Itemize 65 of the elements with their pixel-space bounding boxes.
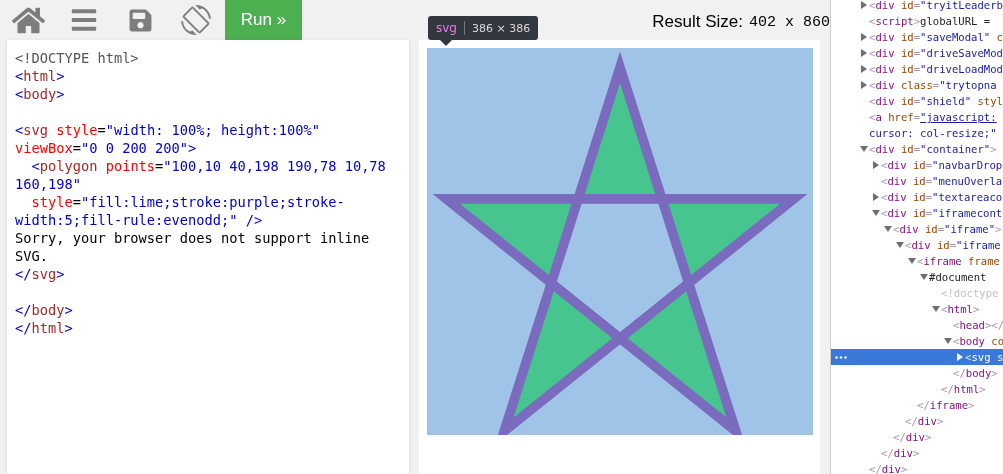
code-line: SVG. (15, 247, 49, 265)
dom-tree-row[interactable]: </body> (831, 365, 1003, 381)
code-line: width:5;fill-rule:evenodd;" /> (15, 211, 264, 229)
expanded-triangle-icon[interactable] (896, 241, 904, 249)
dom-tree-row[interactable]: <script>globalURL = (831, 13, 1003, 29)
code-editor[interactable] (7, 40, 409, 474)
dom-tree-row[interactable]: </div> (831, 461, 1003, 474)
dom-tree-row[interactable]: <div id="iframe"> (831, 221, 1003, 237)
dom-tree-row[interactable]: <div id="iframecont (831, 205, 1003, 221)
code-line: viewBox="0 0 200 200"> (15, 139, 198, 157)
code-line: </body> (15, 301, 74, 319)
dom-tree-row[interactable]: <div id="driveLoadMod (831, 61, 1003, 77)
dom-tree-row[interactable]: <div id="saveModal" c (831, 29, 1003, 45)
result-size-label: Result Size: (652, 12, 743, 32)
dom-tree-row[interactable]: <svg s (831, 349, 1003, 365)
dom-tree-row[interactable]: </html> (831, 381, 1003, 397)
code-line: </html> (15, 319, 74, 337)
dom-tree-row[interactable]: <div id="iframe (831, 237, 1003, 253)
expanded-triangle-icon[interactable] (920, 273, 928, 281)
collapsed-triangle-icon[interactable] (860, 81, 868, 89)
code-line: <html> (15, 67, 66, 85)
code-line: </svg> (15, 265, 66, 283)
expanded-triangle-icon[interactable] (932, 305, 940, 313)
dom-tree-row[interactable]: <div id="tryitLeaderb (831, 0, 1003, 13)
dom-tree-row[interactable]: <div id="shield" styl (831, 93, 1003, 109)
code-line: Sorry, your browser does not support inline (15, 229, 371, 247)
code-line: <polygon points="100,10 40,198 190,78 10,78 (30, 157, 387, 175)
collapsed-triangle-icon[interactable] (860, 49, 868, 57)
collapsed-triangle-icon[interactable] (956, 353, 964, 361)
dom-tree-row[interactable]: <div id="driveSaveMod (831, 45, 1003, 61)
dom-tree-row[interactable]: <div id="navbarDrop (831, 157, 1003, 173)
dom-tree-row[interactable]: <div class="trytopna (831, 77, 1003, 93)
more-icon[interactable] (835, 356, 847, 359)
dom-tree-row[interactable]: <a href="javascript: (831, 109, 1003, 125)
dom-tree-row[interactable]: </iframe> (831, 397, 1003, 413)
dom-tree-row[interactable]: </div> (831, 445, 1003, 461)
expanded-triangle-icon[interactable] (872, 209, 880, 217)
code-line: <body> (15, 85, 66, 103)
dom-tree-row[interactable]: <div id="textareaco (831, 189, 1003, 205)
dom-tree-row[interactable]: <html> (831, 301, 1003, 317)
tooltip-size: 386 × 386 (472, 21, 531, 35)
dom-tree-row[interactable]: </div> (831, 413, 1003, 429)
code-line: 160,198" (15, 175, 82, 193)
expanded-triangle-icon[interactable] (908, 257, 916, 265)
collapsed-triangle-icon[interactable] (860, 1, 868, 9)
collapsed-triangle-icon[interactable] (872, 161, 880, 169)
dom-tree-row[interactable]: <iframe frame (831, 253, 1003, 269)
dom-tree-row[interactable]: <head></ (831, 317, 1003, 333)
code-line: style="fill:lime;stroke:purple;stroke- (30, 193, 346, 211)
dom-tree-row[interactable]: #document (831, 269, 1003, 285)
tooltip-tag: svg (436, 21, 457, 35)
collapsed-triangle-icon[interactable] (872, 193, 880, 201)
collapsed-triangle-icon[interactable] (860, 33, 868, 41)
dom-tree-row[interactable]: cursor: col-resize;" (831, 125, 1003, 141)
code-line: <!DOCTYPE html> (15, 49, 140, 67)
dom-tree-row[interactable]: <div id="container"> (831, 141, 1003, 157)
result-size-value: 402 x 860 (749, 13, 830, 31)
expanded-triangle-icon[interactable] (944, 337, 952, 345)
collapsed-triangle-icon[interactable] (860, 65, 868, 73)
code-line: <svg style="width: 100%; height:100%" (15, 121, 321, 139)
expanded-triangle-icon[interactable] (884, 225, 892, 233)
dom-tree-row[interactable]: <body co (831, 333, 1003, 349)
expanded-triangle-icon[interactable] (860, 145, 868, 153)
dom-tree-row[interactable]: </div> (831, 429, 1003, 445)
dom-tree-row[interactable]: <div id="menuOverla (831, 173, 1003, 189)
